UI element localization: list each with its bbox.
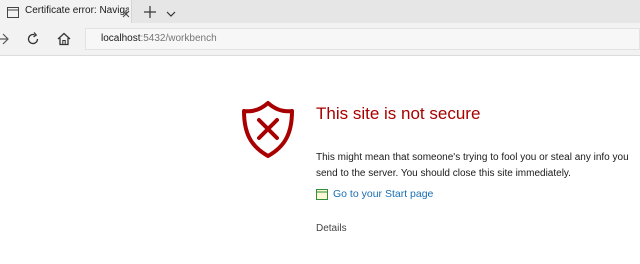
page-title: This site is not secure <box>316 104 481 123</box>
url-text: localhost:5432/workbench <box>101 33 217 44</box>
chevron-down-icon[interactable] <box>166 6 176 17</box>
forward-icon[interactable] <box>0 31 14 47</box>
page-icon <box>7 5 19 23</box>
toolbar: localhost:5432/workbench <box>0 23 640 56</box>
tab-close-icon[interactable] <box>121 6 131 18</box>
new-tab-button[interactable] <box>144 5 156 18</box>
address-bar[interactable]: localhost:5432/workbench <box>85 28 640 50</box>
warning-message: This might mean that someone's trying to… <box>316 152 629 179</box>
tab-title: Certificate error: Naviga <box>25 5 129 16</box>
refresh-icon[interactable] <box>25 31 41 47</box>
home-icon[interactable] <box>56 31 72 47</box>
details-link[interactable]: Details <box>316 223 347 234</box>
url-host: localhost <box>101 33 141 44</box>
tab-certificate-error[interactable]: Certificate error: Naviga <box>0 0 132 23</box>
start-page-label: Go to your Start page <box>333 188 434 200</box>
tab-bar: Certificate error: Naviga <box>0 0 640 23</box>
start-page-icon <box>316 188 328 200</box>
start-page-link[interactable]: Go to your Start page <box>316 188 433 200</box>
url-path: :5432/workbench <box>140 33 217 44</box>
shield-error-icon <box>238 99 298 159</box>
